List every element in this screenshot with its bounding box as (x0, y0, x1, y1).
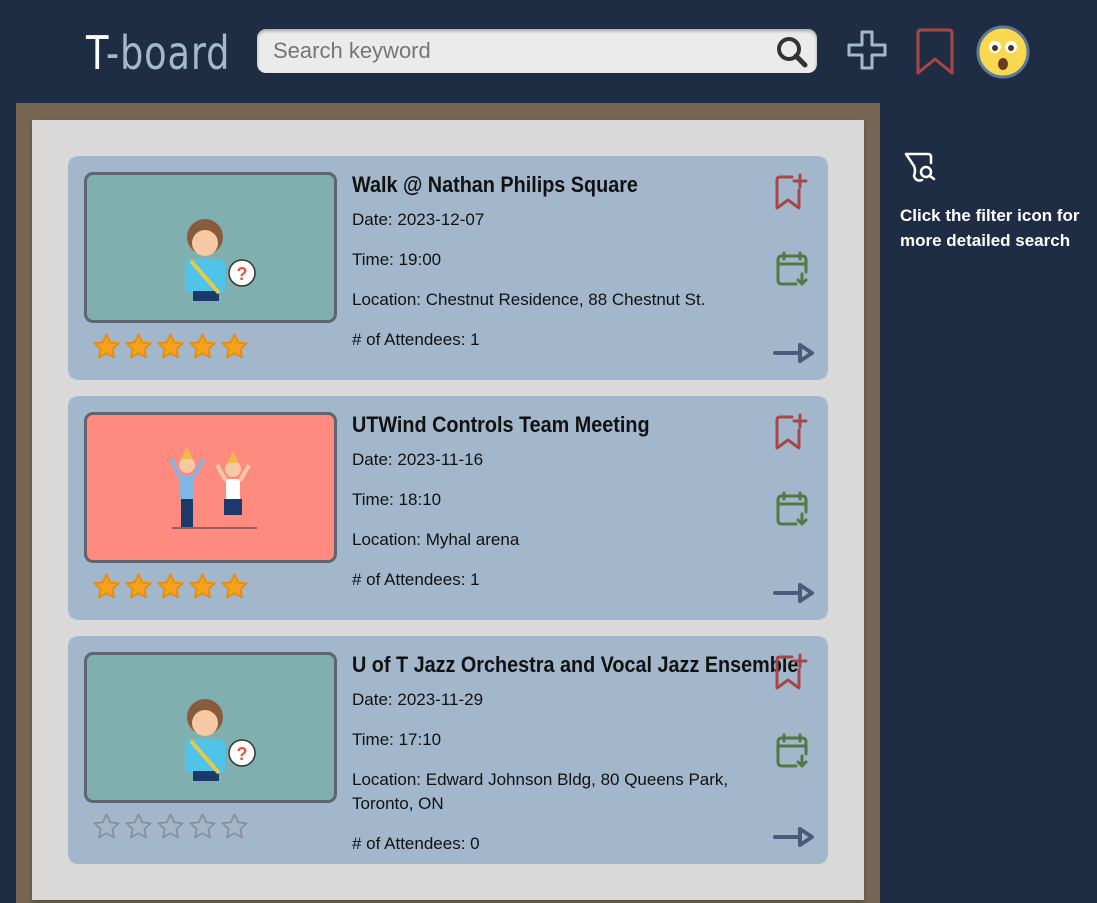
date-value: 2023-11-29 (397, 690, 484, 709)
bookmark-add-icon[interactable] (772, 412, 810, 452)
event-date: Date: 2023-12-07 (352, 208, 772, 232)
star-filled-icon[interactable] (124, 332, 153, 361)
event-title[interactable]: Walk @ Nathan Philips Square (352, 172, 730, 198)
time-label: Time: (352, 250, 399, 269)
star-empty-icon[interactable] (220, 812, 249, 841)
event-time: Time: 19:00 (352, 248, 772, 272)
star-filled-icon[interactable] (220, 332, 249, 361)
attendees-value: 1 (470, 330, 480, 349)
location-value: Chestnut Residence, 88 Chestnut St. (425, 290, 706, 309)
event-card[interactable]: UTWind Controls Team Meeting Date: 2023-… (68, 396, 828, 620)
logo-prefix: T (86, 26, 106, 80)
avatar[interactable] (976, 25, 1030, 79)
date-label: Date: (352, 690, 398, 709)
star-filled-icon[interactable] (188, 572, 217, 601)
star-filled-icon[interactable] (92, 332, 121, 361)
filter-hint: Click the filter icon for more detailed … (900, 150, 1090, 253)
event-title[interactable]: U of T Jazz Orchestra and Vocal Jazz Ens… (352, 652, 798, 678)
event-card[interactable]: ? U of T Jazz Orchestra and Vocal Jazz E… (68, 636, 828, 864)
star-filled-icon[interactable] (92, 572, 121, 601)
attendees-value: 1 (470, 570, 480, 589)
event-image: ? (84, 172, 337, 323)
arrow-right-icon[interactable] (772, 578, 816, 608)
star-empty-icon[interactable] (124, 812, 153, 841)
add-to-calendar-icon[interactable] (772, 488, 812, 530)
event-time: Time: 17:10 (352, 728, 772, 752)
star-empty-icon[interactable] (156, 812, 185, 841)
search-icon[interactable] (775, 35, 809, 69)
event-image (84, 412, 337, 563)
time-label: Time: (352, 730, 399, 749)
location-label: Location: (352, 290, 426, 309)
date-label: Date: (352, 210, 398, 229)
location-value: Myhal arena (425, 530, 520, 549)
event-attendees: # of Attendees: 1 (352, 568, 772, 592)
event-title[interactable]: UTWind Controls Team Meeting (352, 412, 730, 438)
filter-hint-text: Click the filter icon for more detailed … (900, 206, 1080, 250)
star-filled-icon[interactable] (124, 572, 153, 601)
event-date: Date: 2023-11-29 (352, 688, 772, 712)
star-empty-icon[interactable] (92, 812, 121, 841)
add-event-icon[interactable] (845, 28, 889, 72)
add-to-calendar-icon[interactable] (772, 730, 812, 772)
star-empty-icon[interactable] (188, 812, 217, 841)
filter-icon[interactable] (902, 150, 940, 190)
arrow-right-icon[interactable] (772, 338, 816, 368)
event-time: Time: 18:10 (352, 488, 772, 512)
svg-text:?: ? (237, 744, 248, 764)
bookmark-icon[interactable] (914, 27, 956, 77)
event-location: Location: Chestnut Residence, 88 Chestnu… (352, 288, 772, 312)
event-attendees: # of Attendees: 0 (352, 832, 772, 856)
svg-text:?: ? (237, 264, 248, 284)
time-value: 19:00 (398, 250, 442, 269)
time-label: Time: (352, 490, 399, 509)
location-label: Location: (352, 770, 426, 789)
attendees-label: # of Attendees: (352, 570, 471, 589)
search-input[interactable] (257, 29, 757, 73)
star-filled-icon[interactable] (156, 572, 185, 601)
star-filled-icon[interactable] (156, 332, 185, 361)
event-date: Date: 2023-11-16 (352, 448, 772, 472)
rating-stars[interactable] (92, 572, 249, 601)
date-label: Date: (352, 450, 398, 469)
event-location: Location: Myhal arena (352, 528, 772, 552)
rating-stars[interactable] (92, 812, 249, 841)
time-value: 17:10 (398, 730, 442, 749)
search-bar (257, 29, 817, 73)
event-card[interactable]: ? Walk @ Nathan Philips Square Date: 202… (68, 156, 828, 380)
location-label: Location: (352, 530, 426, 549)
time-value: 18:10 (398, 490, 442, 509)
add-to-calendar-icon[interactable] (772, 248, 812, 290)
attendees-label: # of Attendees: (352, 834, 471, 853)
attendees-label: # of Attendees: (352, 330, 471, 349)
date-value: 2023-11-16 (397, 450, 484, 469)
event-image: ? (84, 652, 337, 803)
bookmark-add-icon[interactable] (772, 652, 810, 692)
date-value: 2023-12-07 (397, 210, 485, 229)
star-filled-icon[interactable] (188, 332, 217, 361)
logo-rest: -board (105, 26, 231, 80)
attendees-value: 0 (470, 834, 480, 853)
star-filled-icon[interactable] (220, 572, 249, 601)
arrow-right-icon[interactable] (772, 822, 816, 852)
logo[interactable]: T-board (86, 26, 230, 80)
bookmark-add-icon[interactable] (772, 172, 810, 212)
rating-stars[interactable] (92, 332, 249, 361)
event-location: Location: Edward Johnson Bldg, 80 Queens… (352, 768, 772, 816)
event-attendees: # of Attendees: 1 (352, 328, 772, 352)
